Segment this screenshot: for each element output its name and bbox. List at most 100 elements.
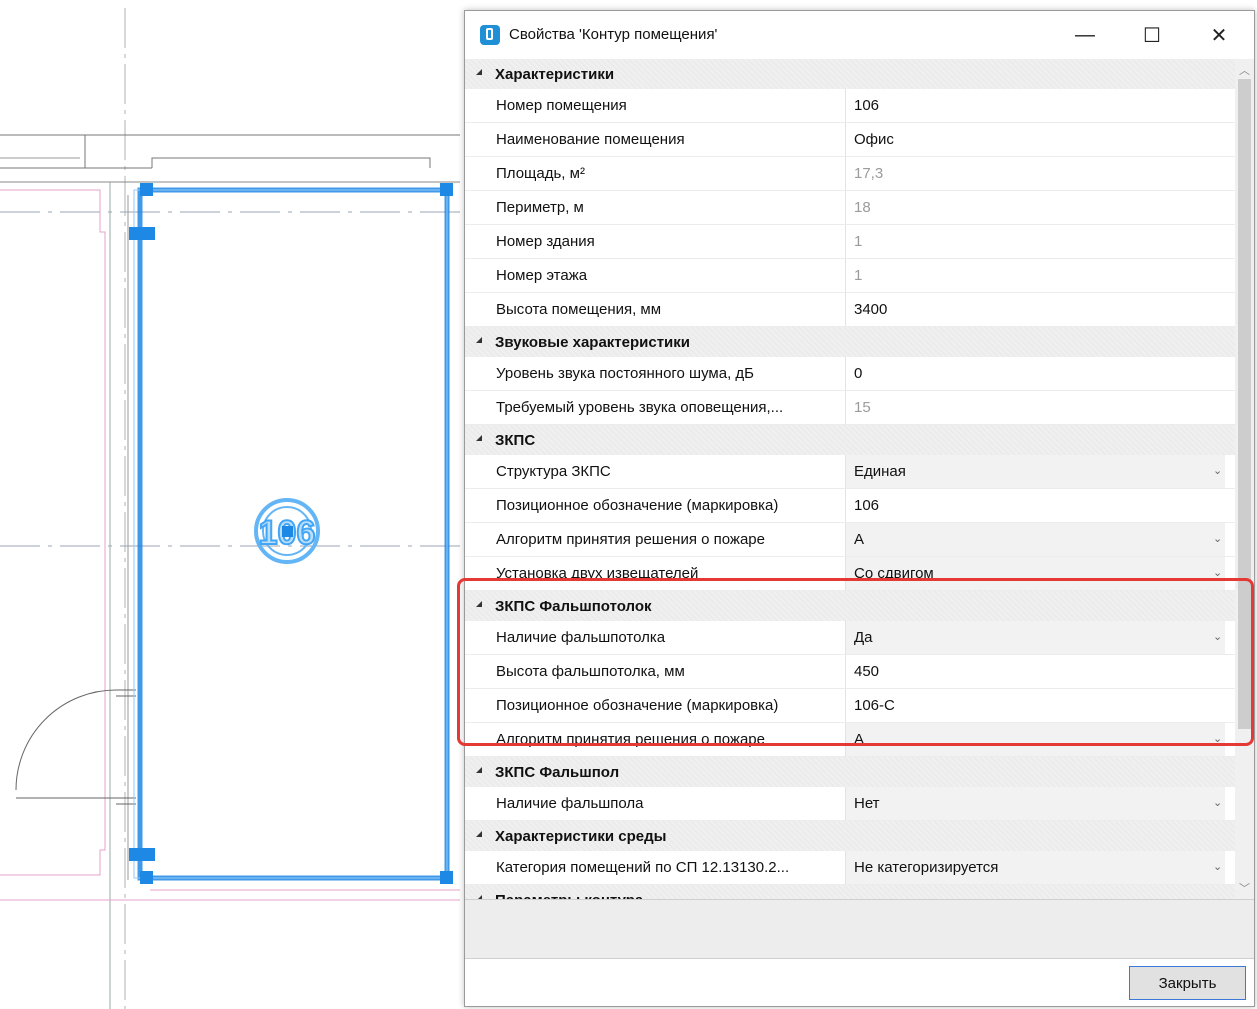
grip-handle [282, 526, 293, 537]
property-row[interactable]: Позиционное обозначение (маркировка) 106-… [465, 689, 1235, 723]
chevron-down-icon[interactable]: ⌄ [1213, 860, 1222, 873]
property-value[interactable]: 106 [854, 497, 879, 514]
vertical-scrollbar[interactable]: ︿ ﹀ [1235, 59, 1254, 899]
property-row[interactable]: Установка двух извещателей Со сдвигом ⌄ [465, 557, 1235, 591]
category-label: Звуковые характеристики [495, 334, 691, 351]
category-header[interactable]: ЗКПС Фальшпол [465, 757, 1235, 787]
property-select-value[interactable]: Со сдвигом [854, 565, 934, 582]
property-row[interactable]: Площадь, м² 17,3 [465, 157, 1235, 191]
property-value: 18 [854, 199, 871, 216]
column-divider [845, 89, 846, 122]
chevron-down-icon[interactable]: ⌄ [1213, 464, 1222, 477]
value-dropdown[interactable] [846, 787, 1225, 820]
description-panel [465, 899, 1254, 959]
chevron-down-icon[interactable]: ⌄ [1213, 732, 1222, 745]
property-row[interactable]: Наличие фальшпола Нет ⌄ [465, 787, 1235, 821]
property-row[interactable]: Номер этажа 1 [465, 259, 1235, 293]
property-name: Алгоритм принятия решения о пожаре [496, 731, 765, 748]
collapse-triangle-icon[interactable] [476, 601, 482, 607]
category-label: Характеристики [495, 66, 615, 83]
property-select-value[interactable]: Не категоризируется [854, 859, 998, 876]
property-value[interactable]: 106 [854, 97, 879, 114]
category-label: ЗКПС [495, 432, 536, 449]
property-name: Установка двух извещателей [496, 565, 699, 582]
category-header[interactable]: Звуковые характеристики [465, 327, 1235, 357]
grip-handle [142, 227, 155, 240]
grip-handle [142, 848, 155, 861]
property-row[interactable]: Номер здания 1 [465, 225, 1235, 259]
dialog-title: Свойства 'Контур помещения' [509, 26, 718, 43]
column-divider [845, 225, 846, 258]
grip-handle [140, 871, 153, 884]
property-name: Высота помещения, мм [496, 301, 662, 318]
property-row[interactable]: Структура ЗКПС Единая ⌄ [465, 455, 1235, 489]
close-window-button[interactable]: ✕ [1189, 11, 1249, 59]
property-value[interactable]: 450 [854, 663, 879, 680]
column-divider [845, 157, 846, 190]
property-name: Наименование помещения [496, 131, 685, 148]
property-select-value[interactable]: А [854, 531, 864, 548]
category-header[interactable]: Характеристики [465, 59, 1235, 89]
scroll-up-icon[interactable]: ︿ [1235, 61, 1254, 79]
property-row[interactable]: Алгоритм принятия решения о пожаре А ⌄ [465, 523, 1235, 557]
category-header[interactable]: ЗКПС [465, 425, 1235, 455]
value-dropdown[interactable] [846, 621, 1225, 654]
column-divider [845, 357, 846, 390]
value-dropdown[interactable] [846, 723, 1225, 756]
property-value: 1 [854, 267, 863, 284]
collapse-triangle-icon[interactable] [476, 337, 482, 343]
chevron-down-icon[interactable]: ⌄ [1213, 796, 1222, 809]
property-row[interactable]: Высота фальшпотолка, мм 450 [465, 655, 1235, 689]
grip-handle [440, 871, 453, 884]
property-name: Уровень звука постоянного шума, дБ [496, 365, 755, 382]
chevron-down-icon[interactable]: ⌄ [1213, 566, 1222, 579]
property-row[interactable]: Алгоритм принятия решения о пожаре А ⌄ [465, 723, 1235, 757]
collapse-triangle-icon[interactable] [476, 831, 482, 837]
property-name: Периметр, м [496, 199, 584, 216]
category-header[interactable]: ЗКПС Фальшпотолок [465, 591, 1235, 621]
close-button[interactable]: Закрыть [1129, 966, 1246, 1000]
collapse-triangle-icon[interactable] [476, 767, 482, 773]
chevron-down-icon[interactable]: ⌄ [1213, 532, 1222, 545]
dialog-titlebar[interactable]: Свойства 'Контур помещения' — ☐ ✕ [465, 11, 1254, 59]
property-row[interactable]: Высота помещения, мм 3400 [465, 293, 1235, 327]
property-select-value[interactable]: Да [854, 629, 873, 646]
property-name: Номер этажа [496, 267, 588, 284]
property-row[interactable]: Категория помещений по СП 12.13130.2... Н… [465, 851, 1235, 885]
property-select-value[interactable]: А [854, 731, 864, 748]
category-label: Характеристики среды [495, 828, 667, 845]
value-dropdown[interactable] [846, 523, 1225, 556]
property-value[interactable]: 106-С [854, 697, 895, 714]
grip-handle [140, 183, 153, 196]
property-value[interactable]: Офис [854, 131, 894, 148]
property-name: Наличие фальшпотолка [496, 629, 666, 646]
property-grid: Характеристики Номер помещения 106 Наименов… [465, 59, 1235, 899]
property-name: Требуемый уровень звука оповещения,... [496, 399, 784, 416]
property-value[interactable]: 0 [854, 365, 862, 382]
property-value[interactable]: 3400 [854, 301, 887, 318]
category-header[interactable]: Параметры контура [465, 885, 1235, 899]
column-divider [845, 293, 846, 326]
chevron-down-icon[interactable]: ⌄ [1213, 630, 1222, 643]
property-select-value[interactable]: Нет [854, 795, 880, 812]
column-divider [845, 123, 846, 156]
property-select-value[interactable]: Единая [854, 463, 906, 480]
property-row[interactable]: Периметр, м 18 [465, 191, 1235, 225]
property-name: Позиционное обозначение (маркировка) [496, 497, 779, 514]
scroll-down-icon[interactable]: ﹀ [1235, 879, 1254, 897]
maximize-button[interactable]: ☐ [1122, 11, 1182, 59]
property-row[interactable]: Уровень звука постоянного шума, дБ 0 [465, 357, 1235, 391]
column-divider [845, 259, 846, 292]
minimize-button[interactable]: — [1055, 11, 1115, 59]
property-row[interactable]: Номер помещения 106 [465, 89, 1235, 123]
collapse-triangle-icon[interactable] [476, 435, 482, 441]
category-label: ЗКПС Фальшпотолок [495, 598, 652, 615]
category-header[interactable]: Характеристики среды [465, 821, 1235, 851]
property-value: 1 [854, 233, 863, 250]
property-row[interactable]: Наличие фальшпотолка Да ⌄ [465, 621, 1235, 655]
collapse-triangle-icon[interactable] [476, 69, 482, 75]
property-row[interactable]: Требуемый уровень звука оповещения,... 15 [465, 391, 1235, 425]
scroll-thumb[interactable] [1238, 79, 1251, 729]
property-row[interactable]: Наименование помещения Офис [465, 123, 1235, 157]
property-row[interactable]: Позиционное обозначение (маркировка) 106 [465, 489, 1235, 523]
